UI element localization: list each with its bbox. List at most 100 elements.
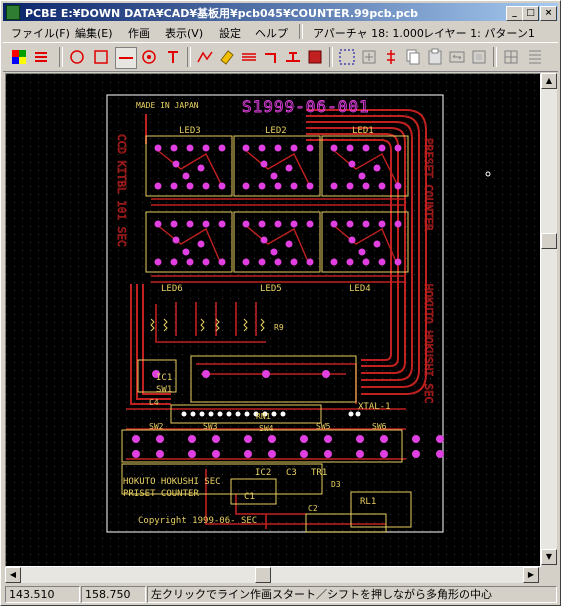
mirror-icon[interactable] [447,47,467,67]
pad [208,411,214,417]
pcb-canvas[interactable]: MADE IN JAPAN S1999-06-001 LED3 LED2 LED… [5,73,541,567]
menu-view[interactable]: 表示(V) [165,25,203,41]
pad [285,240,293,248]
pad [306,144,314,152]
minimize-button[interactable]: _ [506,6,523,21]
pad [285,164,293,172]
pad [330,220,338,228]
pad [235,411,241,417]
app-icon [6,5,20,20]
vertical-scroll-thumb[interactable] [541,233,557,249]
horizontal-scrollbar[interactable]: ◀ ▶ [5,567,539,583]
pad [242,144,250,152]
menu-file[interactable]: ファイル(F) [11,25,70,41]
rotate-icon[interactable] [469,47,489,67]
snap-icon[interactable] [525,47,545,67]
pad [290,144,298,152]
toolbar-separator [493,47,497,67]
pad [358,172,366,180]
scroll-down-button[interactable]: ▼ [541,549,557,565]
r9-label: R9 [274,323,284,332]
menu-draw[interactable]: 作画 [128,25,150,41]
scroll-up-button[interactable]: ▲ [541,73,557,89]
pad [356,435,364,443]
pad [182,248,190,256]
select-icon[interactable] [337,47,357,67]
pad [218,182,226,190]
pad [242,220,250,228]
pad [188,450,196,458]
sw5-label: SW5 [316,422,331,431]
copyright-label: Copyright 1999-06- SEC [138,516,257,526]
pad [330,144,338,152]
pad [362,182,370,190]
layer-color-icon[interactable] [9,47,29,67]
pad [217,411,223,417]
pad [188,435,196,443]
side-text-right-top: PRESET COUNTER [422,138,435,231]
menu-settings[interactable]: 設定 [219,25,241,41]
led4-label: LED4 [349,284,371,294]
pad [172,236,180,244]
layer-cycle-icon[interactable] [31,47,51,67]
maximize-button[interactable]: □ [522,6,539,21]
pad [348,411,354,417]
led3-label: LED3 [179,126,201,136]
ic2-label: IC2 [255,468,271,478]
paste-icon[interactable] [403,47,423,67]
pad [218,144,226,152]
pad [212,435,220,443]
pad [226,411,232,417]
pad [202,258,210,266]
side-text-right: HOKUTO HOKUSHI SEC [422,284,435,403]
pad [290,182,298,190]
led2-label: LED2 [265,126,287,136]
pad [270,248,278,256]
pad [258,258,266,266]
polyline-icon[interactable] [195,47,215,67]
app-window: PCBE E:¥DOWN DATA¥CAD¥基板用¥pcb045¥COUNTER… [0,0,561,606]
title-bar[interactable]: PCBE E:¥DOWN DATA¥CAD¥基板用¥pcb045¥COUNTER… [3,3,558,21]
scroll-right-button[interactable]: ▶ [523,567,539,583]
pad [186,258,194,266]
pad [348,236,356,244]
copy-icon[interactable] [381,47,401,67]
bus-icon[interactable] [239,47,259,67]
pad-icon[interactable] [139,47,159,67]
clipboard-icon[interactable] [425,47,445,67]
pad [242,182,250,190]
pad [436,435,444,443]
pad [274,220,282,228]
move-icon[interactable] [359,47,379,67]
pad [260,236,268,244]
fill-icon[interactable] [305,47,325,67]
rectangle-icon[interactable] [91,47,111,67]
corner-icon[interactable] [261,47,281,67]
grid-icon[interactable] [501,47,521,67]
pad [170,258,178,266]
pad [380,450,388,458]
ic1-label: IC1 [156,373,172,383]
scroll-left-button[interactable]: ◀ [5,567,21,583]
toolbar [3,42,558,72]
pad [436,450,444,458]
aperture-indicator[interactable]: アパーチャ 18: 1.000 [313,25,424,41]
pad [324,450,332,458]
pad [186,182,194,190]
menu-edit[interactable]: 編集(E) [75,25,113,41]
led6-label: LED6 [161,284,183,294]
pad [306,220,314,228]
jumper-icon[interactable] [283,47,303,67]
menu-help[interactable]: ヘルプ [255,25,288,41]
close-button[interactable]: × [540,6,557,21]
circle-icon[interactable] [67,47,87,67]
text-icon[interactable] [163,47,183,67]
pad [355,411,361,417]
sw2-label: SW2 [149,422,164,431]
vertical-scrollbar[interactable]: ▲ ▼ [541,73,557,565]
horizontal-scroll-thumb[interactable] [255,567,271,583]
pad [202,144,210,152]
erase-icon[interactable] [217,47,237,67]
line-icon[interactable] [115,47,137,69]
layer-indicator[interactable]: レイヤー 1: パターン1 [423,25,535,41]
